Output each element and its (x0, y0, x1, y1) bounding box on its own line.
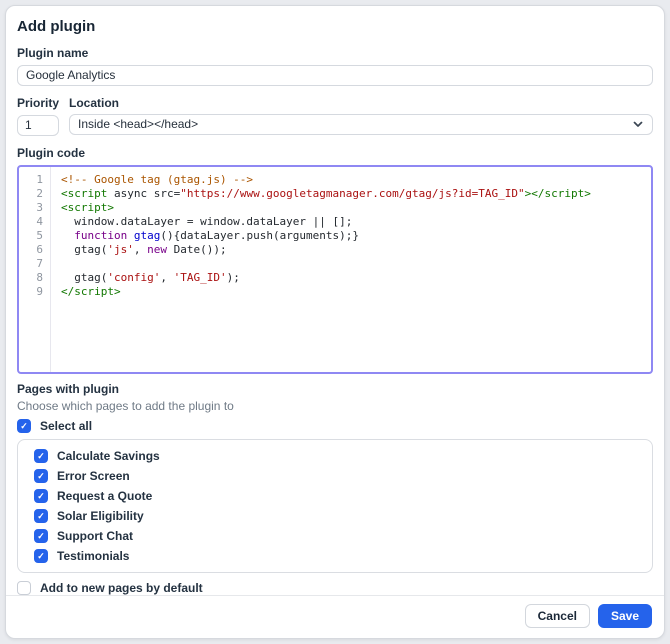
page-row[interactable]: Error Screen (18, 466, 652, 486)
code-line[interactable]: <script async src="https://www.googletag… (61, 187, 651, 201)
page-label: Solar Eligibility (57, 509, 144, 523)
code-token-keyword: new (147, 243, 167, 256)
code-line[interactable]: function gtag(){dataLayer.push(arguments… (61, 229, 651, 243)
code-token-string: 'config' (107, 271, 160, 284)
code-content[interactable]: <!-- Google tag (gtag.js) --><script asy… (51, 167, 651, 372)
code-token-tag: ></script> (525, 187, 591, 200)
code-token-plain: ); (227, 271, 240, 284)
code-token-plain: async src= (107, 187, 180, 200)
page-label: Support Chat (57, 529, 133, 543)
add-plugin-modal: Add plugin Plugin name Priority Location… (5, 5, 665, 639)
code-token-tag: </script> (61, 285, 121, 298)
code-token-string: 'js' (107, 243, 134, 256)
pages-list: Calculate Savings Error Screen Request a Q… (17, 439, 653, 573)
line-number: 4 (19, 215, 50, 229)
line-number: 9 (19, 285, 50, 299)
footer: Cancel Save (6, 595, 664, 628)
priority-label: Priority (17, 96, 59, 111)
page-checkbox[interactable] (34, 469, 48, 483)
priority-input[interactable] (17, 115, 59, 136)
page-background: Add plugin Plugin name Priority Location… (0, 0, 670, 644)
code-line[interactable] (61, 257, 651, 271)
code-line[interactable]: <script> (61, 201, 651, 215)
page-label: Request a Quote (57, 489, 152, 503)
code-token-def: gtag (134, 229, 161, 242)
line-number: 8 (19, 271, 50, 285)
dialog-title: Add plugin (17, 18, 653, 36)
page-checkbox[interactable] (34, 489, 48, 503)
code-line[interactable]: <!-- Google tag (gtag.js) --> (61, 173, 651, 187)
page-label: Testimonials (57, 549, 129, 563)
page-row[interactable]: Request a Quote (18, 486, 652, 506)
code-line[interactable]: gtag('js', new Date()); (61, 243, 651, 257)
page-checkbox[interactable] (34, 549, 48, 563)
plugin-name-label: Plugin name (17, 46, 653, 61)
page-row[interactable]: Solar Eligibility (18, 506, 652, 526)
code-line[interactable]: </script> (61, 285, 651, 299)
code-token-keyword: function (74, 229, 127, 242)
cancel-button[interactable]: Cancel (525, 604, 590, 628)
code-token-tag: <script> (61, 201, 114, 214)
select-all-row[interactable]: Select all (17, 419, 653, 433)
chevron-down-icon (632, 118, 644, 130)
page-checkbox[interactable] (34, 529, 48, 543)
code-editor[interactable]: 123456789 <!-- Google tag (gtag.js) --><… (17, 165, 653, 374)
code-token-plain: Date()); (167, 243, 227, 256)
code-token-plain: gtag( (61, 243, 107, 256)
add-default-checkbox[interactable] (17, 581, 31, 595)
pages-heading: Pages with plugin (17, 382, 653, 397)
code-token-plain: gtag( (61, 271, 107, 284)
location-select-value: Inside <head></head> (78, 117, 198, 131)
code-line[interactable]: gtag('config', 'TAG_ID'); (61, 271, 651, 285)
save-button[interactable]: Save (598, 604, 652, 628)
line-number: 7 (19, 257, 50, 271)
location-select[interactable]: Inside <head></head> (69, 114, 653, 135)
page-row[interactable]: Testimonials (18, 546, 652, 566)
code-token-comment: <!-- Google tag (gtag.js) --> (61, 173, 253, 186)
page-checkbox[interactable] (34, 509, 48, 523)
select-all-checkbox[interactable] (17, 419, 31, 433)
code-token-tag: <script (61, 187, 107, 200)
line-number: 2 (19, 187, 50, 201)
code-token-plain: (){dataLayer.push(arguments);} (160, 229, 359, 242)
code-token-plain: , (160, 271, 173, 284)
code-token-plain (127, 229, 134, 242)
page-checkbox[interactable] (34, 449, 48, 463)
code-token-plain: window.dataLayer = window.dataLayer || [… (61, 215, 352, 228)
page-label: Error Screen (57, 469, 130, 483)
add-default-row[interactable]: Add to new pages by default (17, 581, 653, 595)
location-label: Location (69, 96, 653, 111)
plugin-code-label: Plugin code (17, 146, 653, 161)
page-row[interactable]: Calculate Savings (18, 446, 652, 466)
line-number: 5 (19, 229, 50, 243)
code-gutter: 123456789 (19, 167, 51, 372)
pages-description: Choose which pages to add the plugin to (17, 399, 653, 414)
page-label: Calculate Savings (57, 449, 160, 463)
code-line[interactable]: window.dataLayer = window.dataLayer || [… (61, 215, 651, 229)
add-default-label: Add to new pages by default (40, 581, 203, 595)
code-token-string: 'TAG_ID' (174, 271, 227, 284)
line-number: 3 (19, 201, 50, 215)
code-token-string: "https://www.googletagmanager.com/gtag/j… (180, 187, 524, 200)
plugin-name-input[interactable] (17, 65, 653, 86)
code-token-plain: , (134, 243, 147, 256)
line-number: 6 (19, 243, 50, 257)
line-number: 1 (19, 173, 50, 187)
code-token-plain (61, 229, 74, 242)
select-all-label: Select all (40, 419, 92, 433)
page-row[interactable]: Support Chat (18, 526, 652, 546)
